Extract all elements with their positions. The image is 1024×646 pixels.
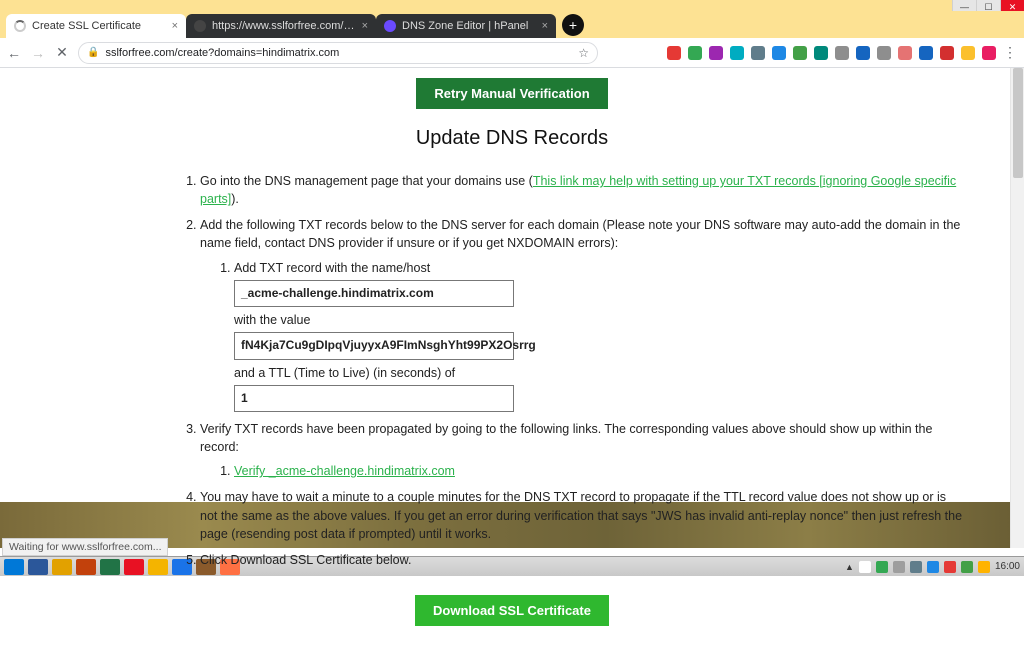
new-tab-button[interactable]: +	[562, 14, 584, 36]
hpanel-icon	[384, 20, 396, 32]
txt-host-field[interactable]: _acme-challenge.hindimatrix.com	[234, 280, 514, 307]
step-3: Verify TXT records have been propagated …	[200, 420, 964, 480]
extension-icon[interactable]	[940, 46, 954, 60]
extensions-area: ⋮	[667, 44, 1018, 61]
step-2-text: Add the following TXT records below to t…	[200, 218, 960, 250]
ttl-field[interactable]: 1	[234, 385, 514, 412]
extension-icon[interactable]	[919, 46, 933, 60]
step-5: Click Download SSL Certificate below.	[200, 551, 964, 569]
tab-title: Create SSL Certificate	[32, 20, 166, 32]
step-3-text: Verify TXT records have been propagated …	[200, 422, 932, 454]
tab-dns-editor[interactable]: DNS Zone Editor | hPanel ×	[376, 14, 556, 38]
extension-icon[interactable]	[877, 46, 891, 60]
txt-value-field[interactable]: fN4Kja7Cu9gDIpqVjuyyxA9FImNsghYht99PX2Os…	[234, 332, 514, 359]
extension-icon[interactable]	[835, 46, 849, 60]
extension-icon[interactable]	[856, 46, 870, 60]
window-titlebar	[0, 0, 1024, 11]
page-viewport: Retry Manual Verification Update DNS Rec…	[0, 68, 1024, 548]
tab-close-icon[interactable]: ×	[362, 20, 368, 32]
page-content: Retry Manual Verification Update DNS Rec…	[0, 68, 1024, 646]
page-heading: Update DNS Records	[30, 127, 994, 150]
extension-icon[interactable]	[730, 46, 744, 60]
forward-button[interactable]: →	[30, 45, 46, 61]
instructions-list: Go into the DNS management page that you…	[200, 172, 964, 569]
loading-spinner-icon	[14, 20, 26, 32]
tab-close-icon[interactable]: ×	[172, 20, 178, 32]
tab-title: DNS Zone Editor | hPanel	[402, 20, 536, 32]
extension-icon[interactable]	[667, 46, 681, 60]
step-1: Go into the DNS management page that you…	[200, 172, 964, 208]
tab-title: https://www.sslforfree.com/creat	[212, 20, 356, 32]
stop-reload-button[interactable]: ✕	[54, 44, 70, 61]
verify-txt-link[interactable]: Verify _acme-challenge.hindimatrix.com	[234, 464, 455, 478]
step-1-text-a: Go into the DNS management page that you…	[200, 174, 533, 188]
extension-icon[interactable]	[793, 46, 807, 60]
step-4: You may have to wait a minute to a coupl…	[200, 488, 964, 542]
with-value-label: with the value	[234, 311, 964, 329]
download-ssl-button[interactable]: Download SSL Certificate	[415, 595, 609, 626]
add-txt-label: Add TXT record with the name/host	[234, 261, 430, 275]
step-2-sub-1: Add TXT record with the name/host _acme-…	[234, 259, 964, 413]
extension-icon[interactable]	[772, 46, 786, 60]
url-text: sslforfree.com/create?domains=hindimatri…	[105, 47, 339, 59]
extension-icon[interactable]	[751, 46, 765, 60]
back-button[interactable]: ←	[6, 45, 22, 61]
extension-icon[interactable]	[814, 46, 828, 60]
step-1-text-b: ).	[231, 192, 239, 206]
tab-create-ssl[interactable]: Create SSL Certificate ×	[6, 14, 186, 38]
step-3-sub-1: Verify _acme-challenge.hindimatrix.com	[234, 462, 964, 480]
lock-icon: 🔒	[87, 47, 99, 58]
step-2-sublist: Add TXT record with the name/host _acme-…	[234, 259, 964, 413]
extension-icon[interactable]	[898, 46, 912, 60]
address-bar[interactable]: 🔒 sslforfree.com/create?domains=hindimat…	[78, 42, 598, 64]
ttl-label: and a TTL (Time to Live) (in seconds) of	[234, 364, 964, 382]
bookmark-star-icon[interactable]: ☆	[578, 46, 589, 60]
extension-icon[interactable]	[709, 46, 723, 60]
retry-verification-button[interactable]: Retry Manual Verification	[416, 78, 607, 109]
step-3-sublist: Verify _acme-challenge.hindimatrix.com	[234, 462, 964, 480]
tab-close-icon[interactable]: ×	[542, 20, 548, 32]
extension-icon[interactable]	[982, 46, 996, 60]
tab-strip: Create SSL Certificate × https://www.ssl…	[0, 11, 1024, 38]
extension-icon[interactable]	[688, 46, 702, 60]
tab-sslforfree[interactable]: https://www.sslforfree.com/creat ×	[186, 14, 376, 38]
globe-icon	[194, 20, 206, 32]
browser-toolbar: ← → ✕ 🔒 sslforfree.com/create?domains=hi…	[0, 38, 1024, 68]
extension-icon[interactable]	[961, 46, 975, 60]
browser-menu-button[interactable]: ⋮	[1003, 44, 1018, 61]
step-2: Add the following TXT records below to t…	[200, 216, 964, 412]
